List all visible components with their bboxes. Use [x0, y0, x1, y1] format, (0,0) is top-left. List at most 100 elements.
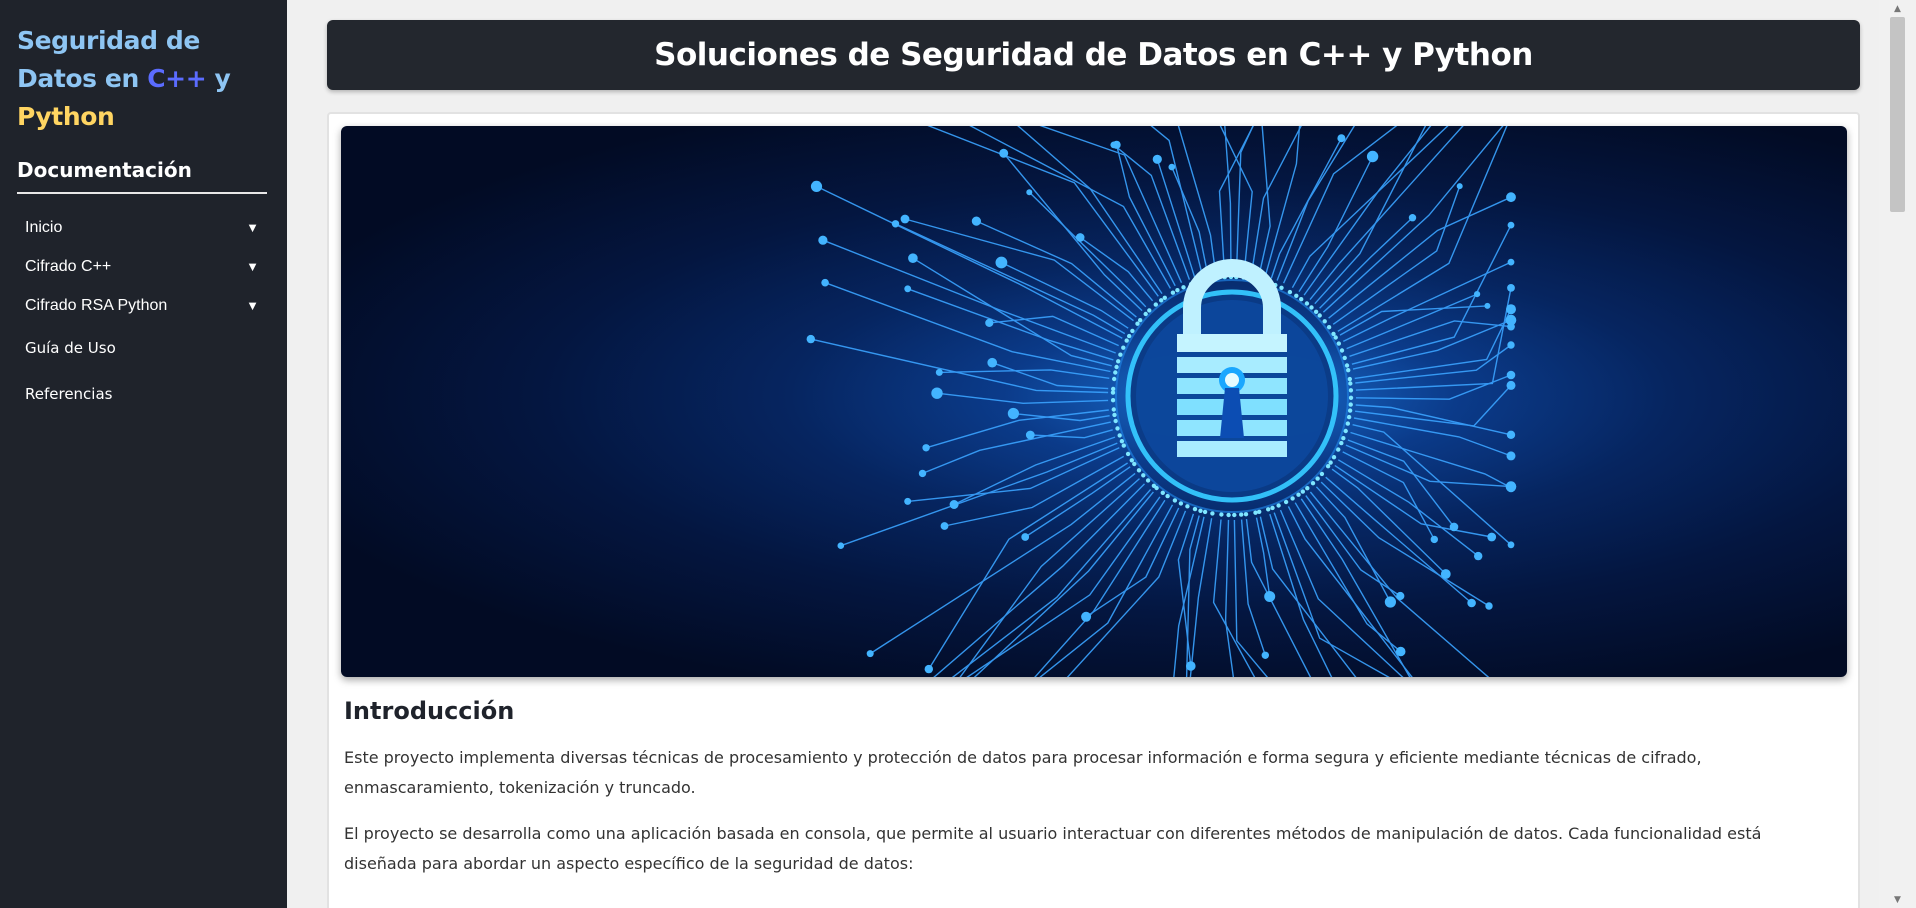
circuit-node: [1366, 150, 1379, 163]
sidebar-item-cifrado-rsa-python[interactable]: Cifrado RSA Python ▼: [17, 286, 267, 325]
circuit-line: [1282, 126, 1398, 284]
ring-dot: [1192, 506, 1198, 512]
ring-dot: [1266, 507, 1271, 512]
circuit-node: [1505, 314, 1517, 326]
ring-dot: [1118, 352, 1123, 357]
circuit-line: [1177, 513, 1195, 667]
scroll-up-icon[interactable]: ▲: [1879, 0, 1916, 17]
circuit-node: [985, 318, 994, 327]
ring-dot: [1226, 512, 1231, 518]
circuit-node: [818, 235, 828, 245]
circuit-line: [810, 338, 1109, 394]
circuit-node: [1168, 163, 1176, 171]
ring-dot: [1346, 414, 1352, 420]
ring-dot: [1347, 376, 1352, 382]
circuit-line: [1224, 519, 1235, 677]
circuit-node: [1506, 430, 1516, 439]
sidebar-item-label: Referencias: [25, 385, 113, 403]
circuit-line: [1294, 502, 1402, 653]
sidebar-nav: Inicio ▼ Cifrado C++ ▼ Cifrado RSA Pytho…: [17, 208, 267, 417]
ring-dot: [1111, 386, 1116, 392]
circuit-node: [931, 387, 943, 399]
sidebar-item-cifrado-cpp[interactable]: Cifrado C++ ▼: [17, 247, 267, 286]
circuit-node: [1506, 304, 1516, 315]
brand-and: y: [206, 64, 231, 93]
circuit-node: [940, 522, 949, 530]
ring-dot: [1116, 359, 1121, 364]
circuit-line: [1250, 126, 1302, 274]
ring-dot: [1119, 439, 1125, 444]
circuit-node: [810, 180, 823, 192]
circuit-node: [806, 334, 815, 344]
circuit-node: [1384, 596, 1396, 608]
chevron-down-icon[interactable]: ▼: [246, 220, 259, 235]
sidebar: Seguridad de Datos en C++ y Python Docum…: [0, 0, 287, 908]
circuit-line: [1337, 126, 1508, 332]
circuit-line: [1034, 499, 1166, 677]
circuit-line: [1189, 518, 1213, 677]
ring-dot: [1339, 348, 1345, 353]
circuit-line: [1258, 126, 1271, 276]
ring-dot: [1348, 381, 1353, 386]
circuit-line: [816, 185, 1123, 339]
ring-dot: [1257, 509, 1262, 514]
circuit-line: [1017, 126, 1163, 294]
circuit-node: [1507, 221, 1515, 229]
circuit-line: [1354, 308, 1512, 380]
brand-cpp: C++: [147, 64, 207, 93]
circuit-line: [922, 421, 1111, 475]
circuit-node: [1484, 302, 1491, 309]
circuit-line: [1066, 510, 1187, 677]
circuit-line: [1353, 417, 1512, 457]
circuit-node: [1507, 258, 1515, 266]
ring-dot: [1111, 407, 1116, 412]
circuit-node: [1026, 189, 1033, 196]
ring-dot: [1114, 364, 1119, 370]
circuit-node: [1506, 192, 1516, 203]
ring-dot: [1343, 428, 1348, 434]
ring-dot: [1202, 509, 1208, 515]
sidebar-item-label: Cifrado C++: [25, 257, 112, 275]
circuit-node: [1025, 430, 1035, 440]
ring-dot: [1113, 418, 1118, 424]
page-title: Soluciones de Seguridad de Datos en C++ …: [654, 37, 1533, 73]
circuit-node: [1081, 611, 1092, 622]
circuit-line: [1331, 468, 1447, 575]
circuit-line: [904, 218, 1134, 322]
circuit-node: [1506, 380, 1516, 390]
chevron-down-icon[interactable]: ▼: [246, 259, 259, 274]
circuit-node: [904, 285, 912, 293]
circuit-line: [969, 126, 1172, 289]
circuit-line: [976, 220, 1137, 318]
brand-title[interactable]: Seguridad de Datos en C++ y Python: [17, 22, 267, 136]
circuit-line: [933, 483, 1145, 677]
ring-dot: [1112, 412, 1117, 418]
page-scrollbar[interactable]: ▲ ▼: [1879, 0, 1916, 908]
ring-dot: [1270, 505, 1275, 511]
circuit-node: [1507, 284, 1515, 292]
circuit-line: [1240, 519, 1266, 656]
scrollbar-thumb[interactable]: [1890, 17, 1905, 212]
sidebar-item-referencias[interactable]: Referencias: [17, 371, 267, 417]
chevron-down-icon[interactable]: ▼: [246, 298, 259, 313]
ring-dot: [1112, 376, 1117, 382]
ring-dot: [1110, 398, 1116, 403]
circuit-node: [1337, 134, 1346, 143]
sidebar-item-guia-de-uso[interactable]: Guía de Uso: [17, 325, 267, 371]
ring-dot: [1239, 512, 1244, 517]
circuit-node: [904, 497, 912, 505]
ring-dot: [1341, 436, 1346, 441]
hero-image: [341, 126, 1847, 677]
scroll-down-icon[interactable]: ▼: [1879, 891, 1916, 908]
ring-dot: [1219, 512, 1224, 517]
ring-dot: [1348, 395, 1354, 400]
circuit-node: [1264, 591, 1276, 602]
ring-dot: [1115, 426, 1120, 431]
circuit-node: [1456, 183, 1463, 190]
circuit-line: [1350, 431, 1512, 489]
sidebar-item-inicio[interactable]: Inicio ▼: [17, 208, 267, 247]
ring-dot: [1348, 402, 1353, 407]
circuit-node: [1507, 341, 1515, 349]
ring-dot: [1347, 408, 1353, 413]
circuit-node: [1075, 233, 1085, 242]
